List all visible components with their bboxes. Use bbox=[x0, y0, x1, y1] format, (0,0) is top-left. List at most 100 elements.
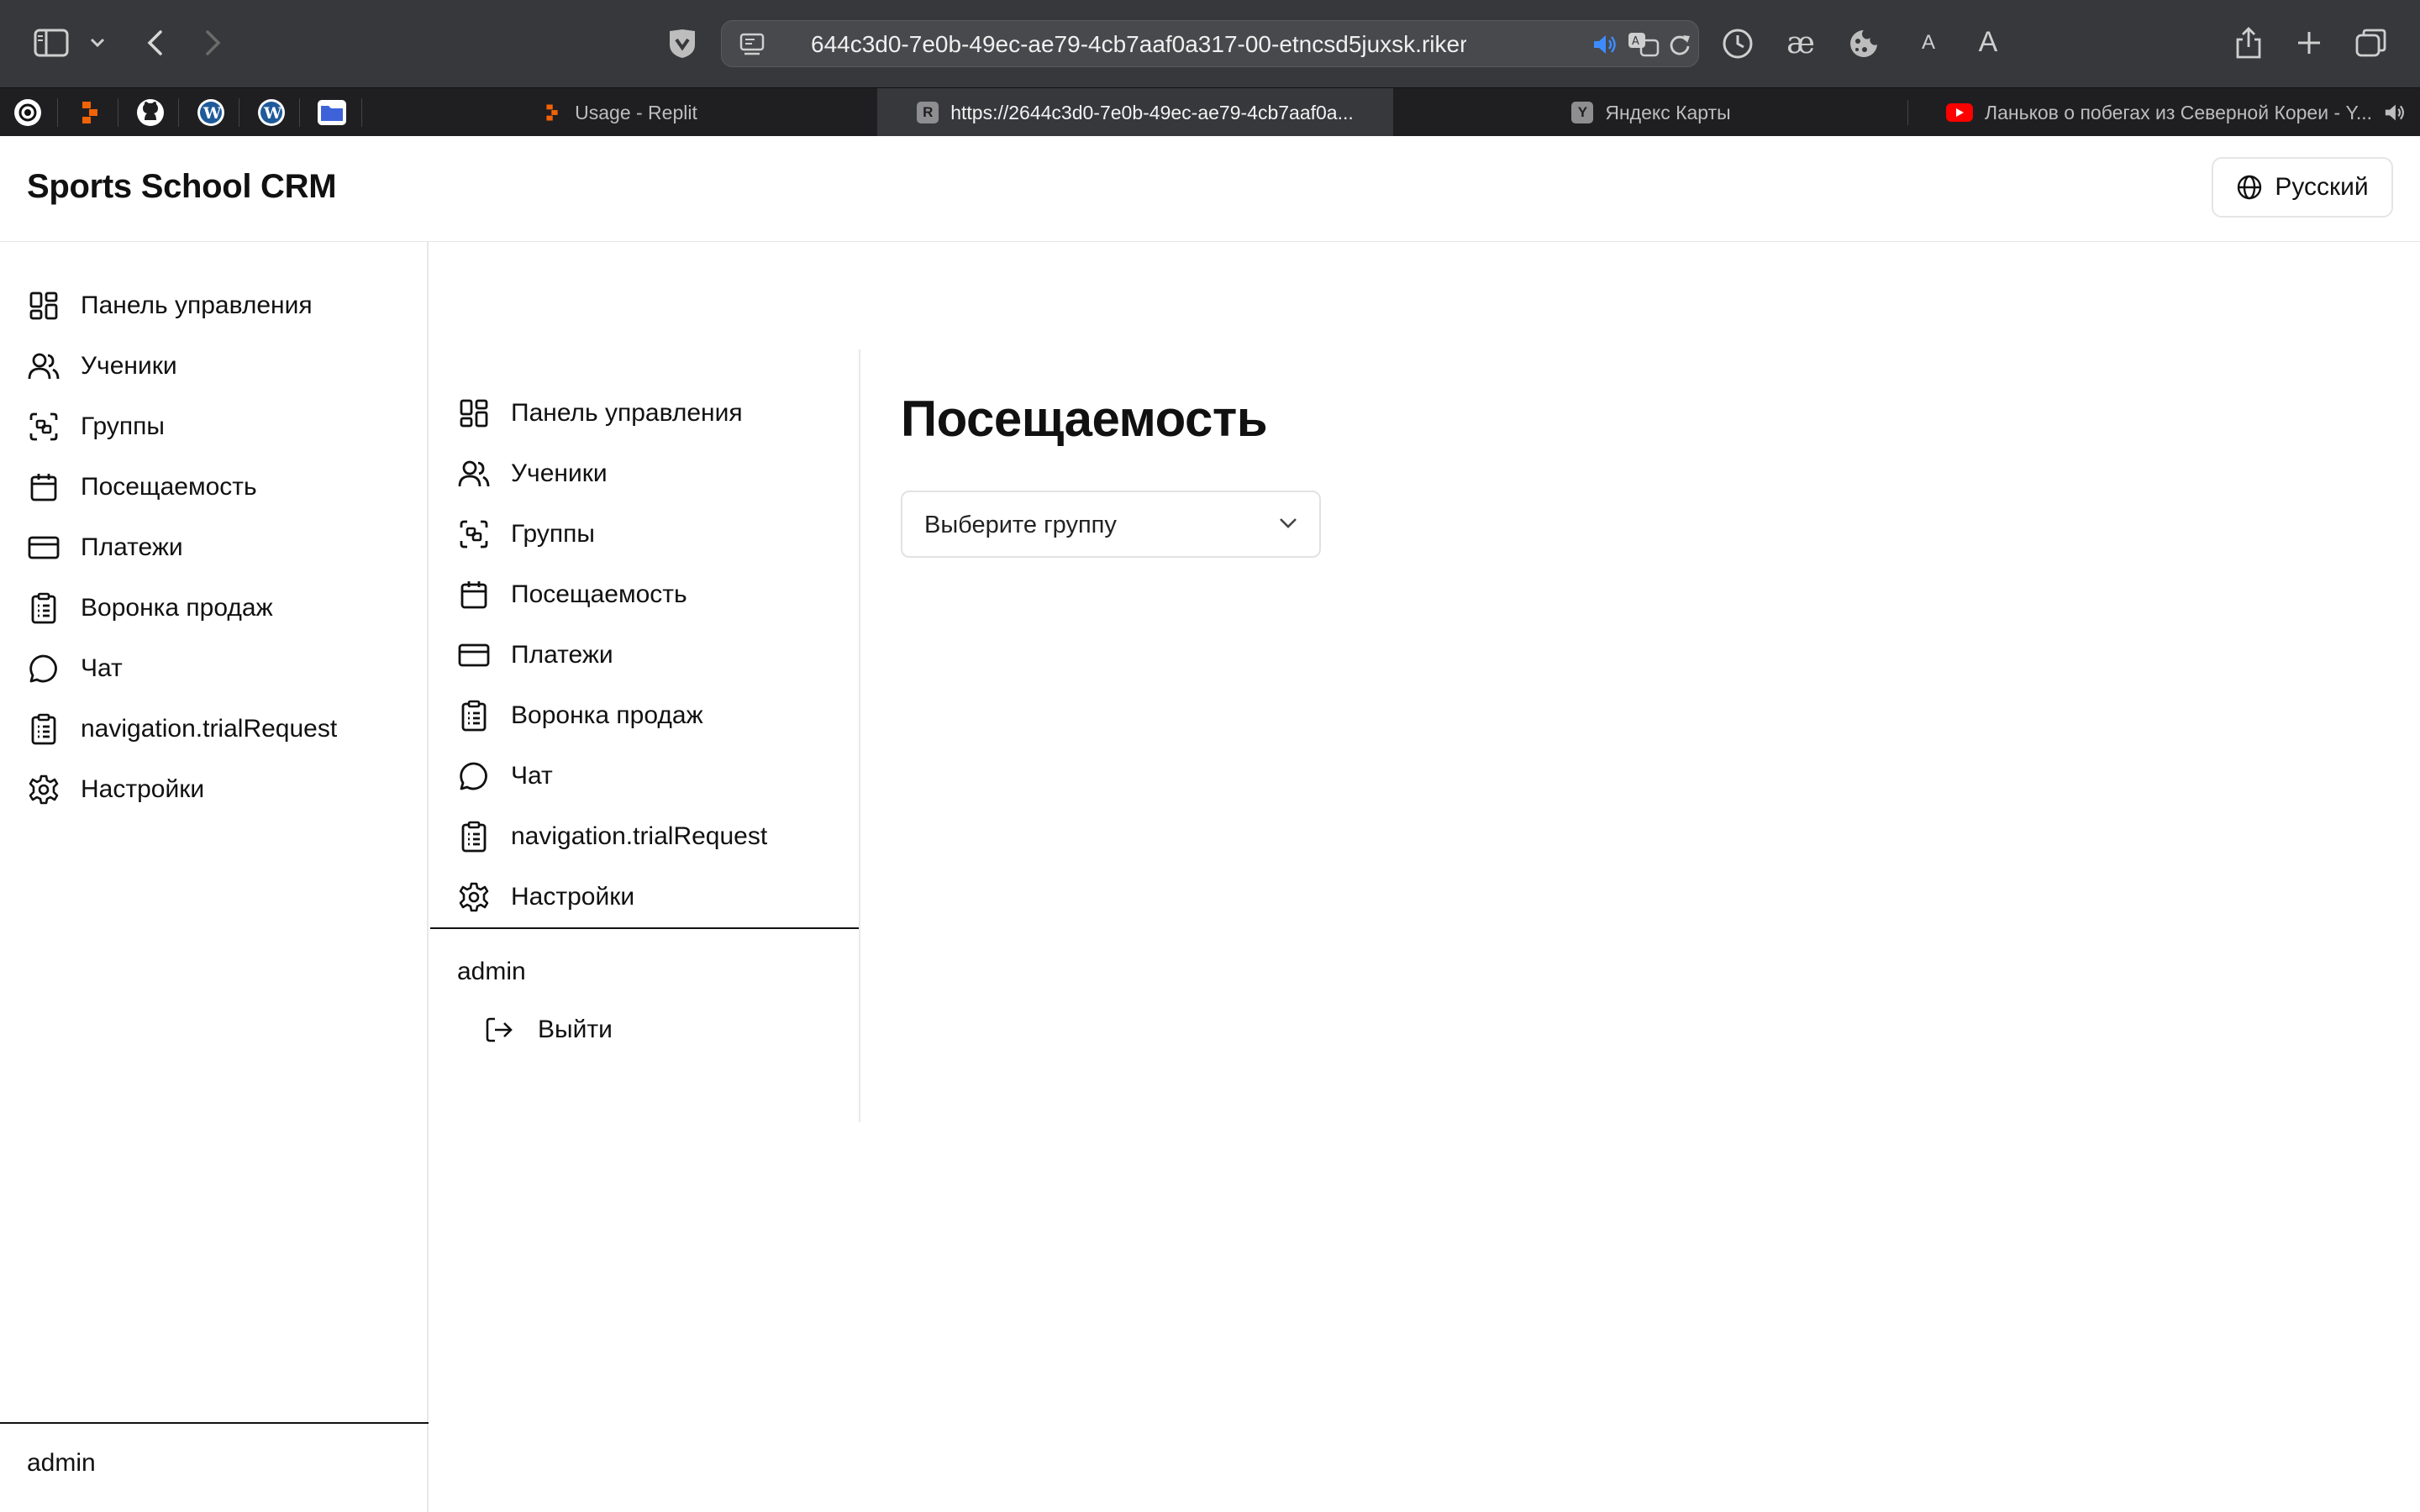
page-title: Посещаемость bbox=[901, 391, 1268, 447]
sidebar-item-label: Платежи bbox=[81, 533, 183, 561]
sidebar-item-label: Посещаемость bbox=[81, 473, 257, 501]
url-text[interactable]: 644c3d0-7e0b-49ec-ae79-4cb7aaf0a317-00-e… bbox=[811, 21, 1466, 68]
sidebar-item-label: Панель управления bbox=[81, 291, 313, 319]
users-icon bbox=[457, 457, 491, 491]
sidebar-item-groups[interactable]: Группы bbox=[457, 509, 595, 559]
speaker-icon[interactable] bbox=[1591, 31, 1619, 58]
chevron-down-icon[interactable] bbox=[87, 32, 108, 54]
clipboard-list-icon bbox=[457, 699, 491, 732]
sidebar-item-settings[interactable]: Настройки bbox=[457, 872, 634, 922]
tab-label: Ланьков о побегах из Северной Кореи - Y.… bbox=[1985, 101, 2373, 123]
tab-youtube[interactable]: Ланьков о побегах из Северной Кореи - Y.… bbox=[1909, 88, 2420, 137]
sidebar-item-label: Воронка продаж bbox=[511, 701, 703, 729]
chatgpt-favicon-icon[interactable] bbox=[12, 97, 44, 129]
sidebar-item-chat[interactable]: Чат bbox=[27, 643, 123, 694]
username: admin bbox=[457, 958, 526, 985]
group-select-placeholder: Выберите группу bbox=[924, 512, 1117, 538]
sidebar-item-payments[interactable]: Платежи bbox=[27, 522, 183, 573]
sidebar-item-label: Платежи bbox=[511, 641, 613, 669]
history-clock-icon[interactable] bbox=[1719, 25, 1756, 62]
sidebar-item-sales-funnel[interactable]: Воронка продаж bbox=[457, 690, 703, 741]
sidebar-item-trial-request[interactable]: navigation.trialRequest bbox=[27, 704, 337, 754]
translate-icon[interactable]: A bbox=[1626, 29, 1661, 60]
divider bbox=[1907, 100, 1908, 125]
sidebar-item-groups[interactable]: Группы bbox=[27, 402, 165, 452]
replit-favicon-icon[interactable] bbox=[74, 97, 106, 129]
calendar-icon bbox=[27, 470, 60, 504]
sidebar-item-attendance[interactable]: Посещаемость bbox=[457, 570, 687, 620]
svg-text:W: W bbox=[263, 104, 282, 123]
sidebar-item-label: Настройки bbox=[81, 775, 205, 803]
sidebar-item-students[interactable]: Ученики bbox=[457, 449, 608, 499]
forward-arrow-icon[interactable] bbox=[198, 27, 229, 59]
language-button[interactable]: Русский bbox=[2212, 157, 2393, 218]
clipboard-list-icon bbox=[27, 712, 60, 746]
sidebar-item-label: Чат bbox=[81, 654, 123, 682]
tab-yandex-maps[interactable]: Y Яндекс Карты bbox=[1395, 88, 1907, 137]
dashboard-icon bbox=[27, 289, 60, 323]
new-tab-plus-icon[interactable] bbox=[2292, 25, 2326, 60]
cookie-icon[interactable] bbox=[1845, 25, 1882, 62]
tab-usage-replit[interactable]: Usage - Replit bbox=[363, 88, 876, 137]
back-arrow-icon[interactable] bbox=[139, 27, 170, 59]
address-bar[interactable]: 644c3d0-7e0b-49ec-ae79-4cb7aaf0a317-00-e… bbox=[721, 20, 1699, 67]
language-label: Русский bbox=[2275, 173, 2369, 201]
sidebar-item-payments[interactable]: Платежи bbox=[457, 630, 613, 680]
divider bbox=[178, 98, 179, 127]
tab-label: https://2644c3d0-7e0b-49ec-ae79-4cb7aaf0… bbox=[950, 101, 1354, 123]
sidebar-item-settings[interactable]: Настройки bbox=[27, 764, 204, 815]
github-favicon-icon[interactable] bbox=[134, 97, 166, 129]
sidebar-item-trial-request[interactable]: navigation.trialRequest bbox=[457, 811, 767, 862]
share-icon[interactable] bbox=[2232, 24, 2265, 62]
clipboard-list-icon bbox=[27, 591, 60, 625]
credit-card-icon bbox=[27, 531, 60, 564]
folder-favicon-icon[interactable] bbox=[316, 97, 348, 129]
tab-current-app[interactable]: R https://2644c3d0-7e0b-49ec-ae79-4cb7aa… bbox=[877, 88, 1393, 137]
youtube-icon bbox=[1946, 103, 1973, 122]
chat-bubble-icon bbox=[27, 652, 60, 685]
sidebar-item-label: Посещаемость bbox=[511, 580, 687, 608]
sidebar-item-students[interactable]: Ученики bbox=[27, 341, 177, 391]
group-select[interactable]: Выберите группу bbox=[901, 491, 1321, 558]
sidebar-item-label: Чат bbox=[511, 762, 553, 790]
extension-shield-icon[interactable] bbox=[664, 25, 701, 62]
wordpress-favicon-icon[interactable]: W bbox=[195, 97, 227, 129]
users-icon bbox=[27, 349, 60, 383]
text-size-small-button[interactable]: A bbox=[1918, 27, 1939, 59]
tab-label: Usage - Replit bbox=[575, 101, 697, 123]
sidebar-item-attendance[interactable]: Посещаемость bbox=[27, 462, 257, 512]
wordpress-favicon-icon[interactable]: W bbox=[255, 97, 287, 129]
sidebar-item-label: Ученики bbox=[511, 459, 608, 487]
tab-overview-icon[interactable] bbox=[2353, 25, 2390, 60]
tab-bar: W W Usage - Replit R https://2644c3d0-7e… bbox=[0, 87, 2420, 137]
divider bbox=[361, 98, 362, 127]
chevron-down-icon bbox=[1280, 518, 1297, 528]
sidebar-item-dashboard[interactable]: Панель управления bbox=[27, 281, 313, 331]
ae-extension-icon[interactable]: æ bbox=[1780, 24, 1822, 62]
sidebar-item-chat[interactable]: Чат bbox=[457, 751, 553, 801]
sidebar-item-dashboard[interactable]: Панель управления bbox=[457, 388, 743, 438]
globe-icon bbox=[2238, 175, 2262, 200]
mobile-nav-panel: Панель управления Ученики Группы Посещае… bbox=[430, 349, 860, 1122]
logout-button[interactable]: Выйти bbox=[482, 1005, 613, 1055]
sidebar-item-label: navigation.trialRequest bbox=[511, 822, 768, 850]
sidebar-item-label: Ученики bbox=[81, 352, 177, 380]
sidebar-item-label: Группы bbox=[511, 520, 595, 548]
app-header: Sports School CRM Русский bbox=[0, 136, 2420, 242]
speaker-icon[interactable] bbox=[2382, 102, 2407, 123]
sidebar-item-sales-funnel[interactable]: Воронка продаж bbox=[27, 583, 273, 633]
group-scan-icon bbox=[27, 410, 60, 444]
sidebar: Панель управления Ученики Группы Посещае… bbox=[0, 242, 429, 1512]
text-size-large-button[interactable]: A bbox=[1975, 24, 2002, 60]
sidebar-toggle-icon[interactable] bbox=[32, 25, 71, 60]
logout-icon bbox=[482, 1013, 516, 1047]
app-title: Sports School CRM bbox=[27, 168, 337, 205]
sidebar-item-label: navigation.trialRequest bbox=[81, 715, 338, 743]
svg-text:A: A bbox=[1632, 35, 1639, 48]
reload-icon[interactable] bbox=[1666, 31, 1693, 58]
page-settings-icon[interactable] bbox=[735, 29, 769, 60]
sidebar-item-label: Настройки bbox=[511, 883, 635, 911]
username: admin bbox=[27, 1449, 96, 1477]
gear-icon bbox=[27, 773, 60, 806]
logout-label: Выйти bbox=[538, 1016, 613, 1043]
